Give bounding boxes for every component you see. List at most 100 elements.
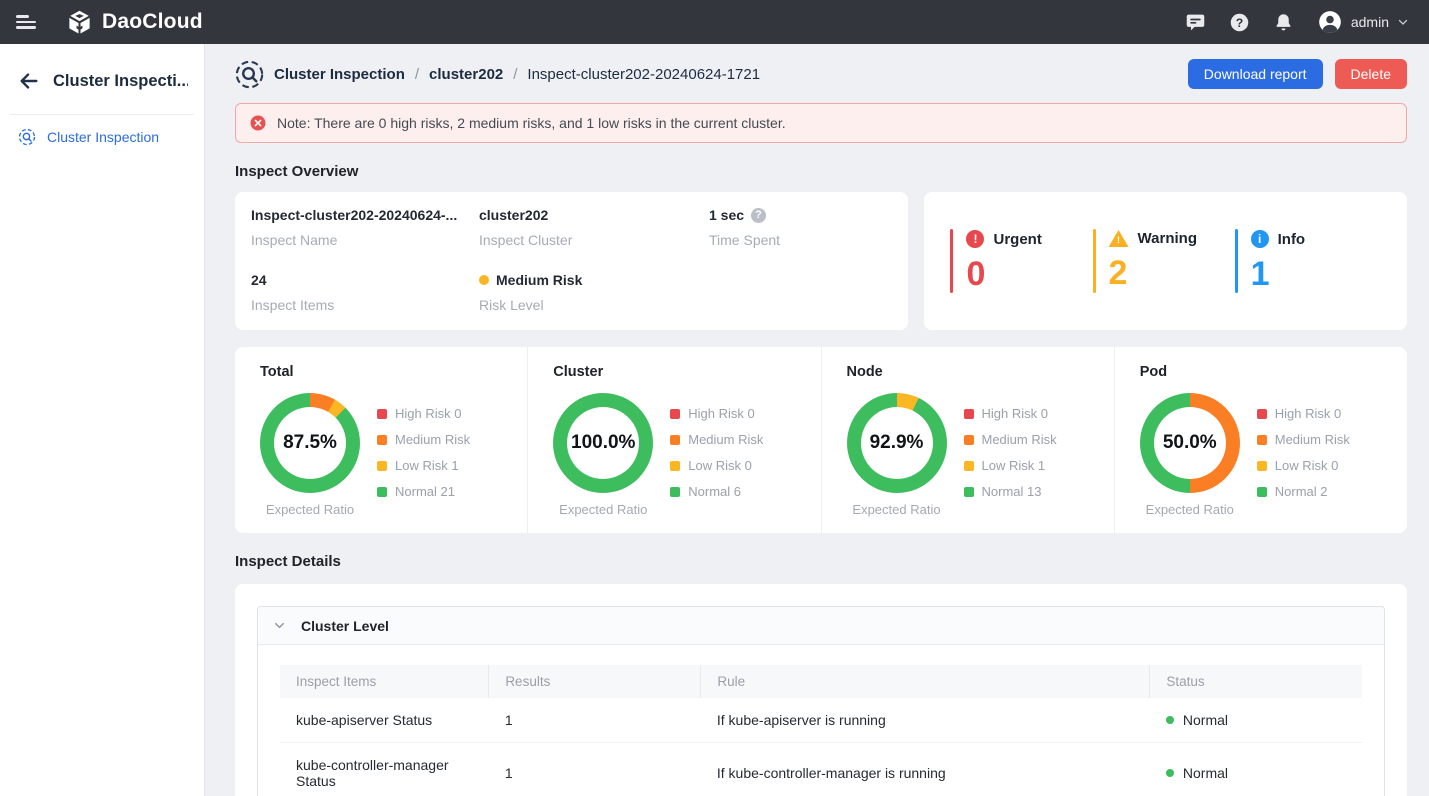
brand-logo[interactable]: DaoCloud <box>66 9 203 36</box>
panel-title: Cluster Level <box>301 618 389 634</box>
legend-high-swatch <box>377 409 387 419</box>
error-icon <box>249 114 267 132</box>
stat-warning: ! Warning 2 <box>1093 229 1235 293</box>
chart-legend: High Risk 0 Medium Risk 2 Low Risk 1 Nor… <box>377 393 470 517</box>
table-row: kube-apiserver Status 1 If kube-apiserve… <box>280 698 1362 743</box>
donut-chart-cluster: 100.0% <box>553 393 653 493</box>
daocloud-cube-icon <box>66 9 93 36</box>
alert-text: Note: There are 0 high risks, 2 medium r… <box>277 115 786 131</box>
legend-low-swatch <box>377 461 387 471</box>
bell-icon <box>1273 12 1294 33</box>
legend-medium-swatch <box>1257 435 1267 445</box>
breadcrumb-item[interactable]: Cluster Inspection <box>274 66 405 83</box>
arrow-left-icon <box>18 70 40 92</box>
messages-button[interactable] <box>1179 5 1213 39</box>
field-inspect-cluster: cluster202 Inspect Cluster <box>479 207 709 248</box>
urgent-icon: ! <box>966 230 984 248</box>
risk-note-alert: Note: There are 0 high risks, 2 medium r… <box>235 103 1407 143</box>
status-dot <box>1166 716 1174 724</box>
overview-section-title: Inspect Overview <box>235 163 1407 180</box>
urgent-count: 0 <box>966 257 1041 291</box>
status-badge: Normal <box>1166 765 1346 781</box>
details-card: Cluster Level Inspect Items Results Rule <box>235 584 1407 796</box>
chart-legend: High Risk 0 Medium Risk 0 Low Risk 1 Nor… <box>964 393 1057 517</box>
user-menu[interactable]: admin <box>1317 9 1409 35</box>
status-dot <box>1166 769 1174 777</box>
donut-chart-node: 92.9% <box>847 393 947 493</box>
user-name: admin <box>1351 14 1389 30</box>
sidebar-title: Cluster Inspecti... <box>53 72 188 91</box>
legend-medium-swatch <box>377 435 387 445</box>
cluster-level-panel: Cluster Level Inspect Items Results Rule <box>257 606 1385 796</box>
legend-normal-swatch <box>1257 487 1267 497</box>
donut-chart-total: 87.5% <box>260 393 360 493</box>
ratio-charts-card: Total 87.5% Expected Ratio High Risk 0 M… <box>235 347 1407 533</box>
sidebar-item-cluster-inspection[interactable]: Cluster Inspection <box>0 115 204 159</box>
download-report-button[interactable]: Download report <box>1188 59 1323 89</box>
col-inspect-items: Inspect Items <box>280 665 489 698</box>
col-status: Status <box>1150 665 1362 698</box>
field-inspect-items: 24 Inspect Items <box>251 272 479 313</box>
legend-high-swatch <box>1257 409 1267 419</box>
notifications-button[interactable] <box>1267 5 1301 39</box>
breadcrumb-item[interactable]: cluster202 <box>429 66 503 83</box>
cluster-level-toggle[interactable]: Cluster Level <box>258 607 1384 645</box>
breadcrumb: Cluster Inspection / cluster202 / Inspec… <box>235 60 760 89</box>
legend-normal-swatch <box>670 487 680 497</box>
legend-normal-swatch <box>964 487 974 497</box>
sidebar: Cluster Inspecti... Cluster Inspection <box>0 44 205 796</box>
table-header-row: Inspect Items Results Rule Status <box>280 665 1362 698</box>
risk-stats-card: ! Urgent 0 ! Warning 2 <box>924 192 1407 330</box>
stat-info: i Info 1 <box>1235 229 1377 293</box>
time-spent-help-icon[interactable]: ? <box>751 208 766 223</box>
col-results: Results <box>489 665 701 698</box>
topbar: DaoCloud ? <box>0 0 1429 44</box>
chart-node: Node 92.9% Expected Ratio High Risk 0 Me… <box>821 347 1114 533</box>
table-row: kube-controller-manager Status 1 If kube… <box>280 743 1362 796</box>
info-icon: i <box>1251 230 1269 248</box>
chart-legend: High Risk 0 Medium Risk 0 Low Risk 0 Nor… <box>670 393 763 517</box>
legend-low-swatch <box>1257 461 1267 471</box>
chart-cluster: Cluster 100.0% Expected Ratio High Risk … <box>527 347 820 533</box>
help-button[interactable]: ? <box>1223 5 1257 39</box>
chart-total: Total 87.5% Expected Ratio High Risk 0 M… <box>235 347 527 533</box>
breadcrumb-current: Inspect-cluster202-20240624-1721 <box>527 66 760 83</box>
legend-medium-swatch <box>964 435 974 445</box>
sidebar-item-label: Cluster Inspection <box>47 129 159 145</box>
delete-button[interactable]: Delete <box>1335 59 1407 89</box>
chart-pod: Pod 50.0% Expected Ratio High Risk 0 Med… <box>1114 347 1407 533</box>
col-rule: Rule <box>701 665 1150 698</box>
brand-name: DaoCloud <box>102 10 203 34</box>
medium-risk-dot <box>479 275 489 285</box>
donut-chart-pod: 50.0% <box>1140 393 1240 493</box>
inspect-items-table: Inspect Items Results Rule Status kube-a… <box>280 665 1362 796</box>
details-section-title: Inspect Details <box>235 553 1407 570</box>
status-badge: Normal <box>1166 712 1346 728</box>
field-risk-level: Medium Risk Risk Level <box>479 272 709 313</box>
chat-icon <box>1185 12 1206 33</box>
chevron-down-icon <box>1397 16 1409 28</box>
avatar <box>1317 9 1343 35</box>
help-icon: ? <box>1229 12 1250 33</box>
legend-normal-swatch <box>377 487 387 497</box>
legend-high-swatch <box>670 409 680 419</box>
inspection-page-icon <box>235 60 264 89</box>
menu-toggle-icon[interactable] <box>16 13 40 31</box>
svg-text:?: ? <box>1236 15 1243 29</box>
legend-low-swatch <box>670 461 680 471</box>
legend-low-swatch <box>964 461 974 471</box>
field-time-spent: 1 sec ? Time Spent <box>709 207 892 248</box>
main-content: Cluster Inspection / cluster202 / Inspec… <box>205 44 1429 796</box>
legend-high-swatch <box>964 409 974 419</box>
inspection-icon <box>18 128 36 146</box>
stat-urgent: ! Urgent 0 <box>950 229 1092 293</box>
overview-card: Inspect-cluster202-20240624-... Inspect … <box>235 192 908 330</box>
chart-legend: High Risk 0 Medium Risk 2 Low Risk 0 Nor… <box>1257 393 1350 517</box>
chevron-down-icon <box>273 619 286 632</box>
info-count: 1 <box>1251 257 1306 291</box>
back-button[interactable] <box>18 70 40 92</box>
field-inspect-name: Inspect-cluster202-20240624-... Inspect … <box>251 207 479 248</box>
warning-count: 2 <box>1109 256 1197 290</box>
legend-medium-swatch <box>670 435 680 445</box>
warning-icon: ! <box>1109 230 1129 247</box>
